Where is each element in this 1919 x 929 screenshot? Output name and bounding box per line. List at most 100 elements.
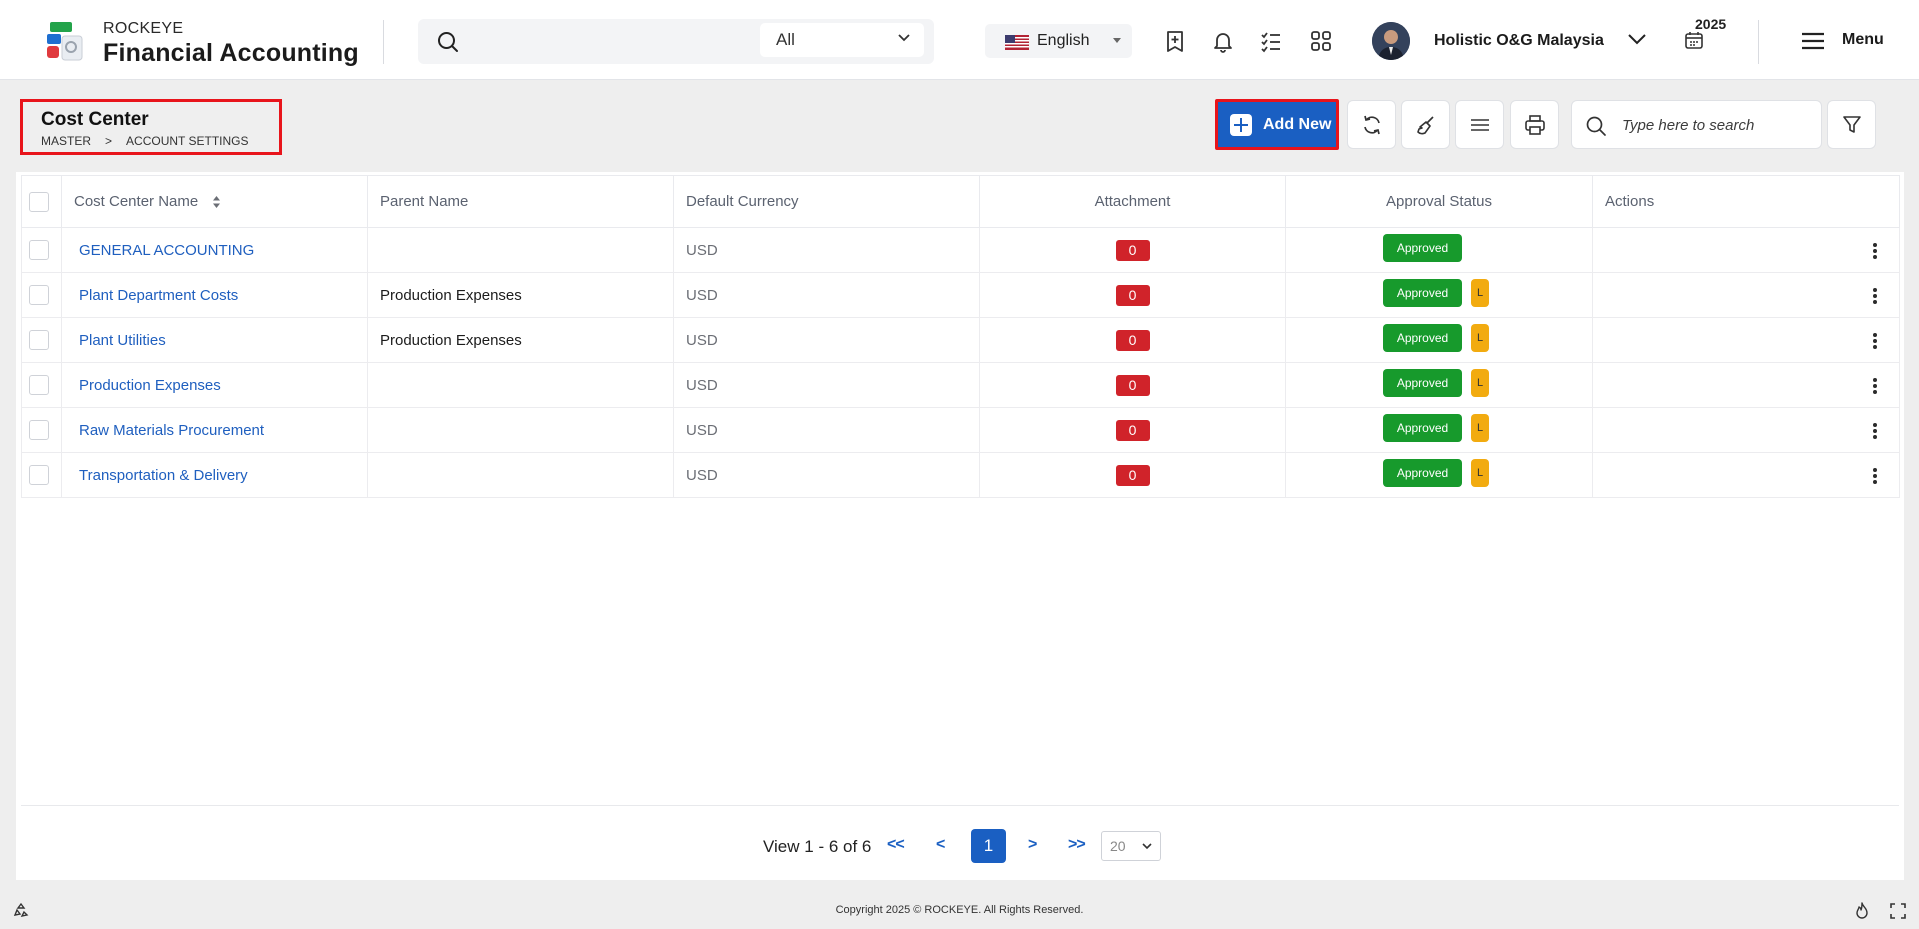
cost-center-link[interactable]: Plant Utilities xyxy=(79,332,166,349)
cost-center-link[interactable]: Plant Department Costs xyxy=(79,287,238,304)
lock-status-badge[interactable]: L xyxy=(1471,459,1489,487)
column-settings-button[interactable] xyxy=(1455,100,1504,149)
lock-status-badge[interactable]: L xyxy=(1471,324,1489,352)
table-search-box[interactable] xyxy=(1571,100,1822,149)
apps-grid-icon[interactable] xyxy=(1309,29,1333,53)
refresh-button[interactable] xyxy=(1347,100,1396,149)
global-search-bar[interactable]: All xyxy=(418,19,934,64)
more-vertical-icon[interactable] xyxy=(1873,376,1877,396)
table-search-input[interactable] xyxy=(1622,113,1812,137)
attachment-cell: 0 xyxy=(979,452,1286,498)
row-checkbox[interactable] xyxy=(29,240,49,260)
attachment-count-badge[interactable]: 0 xyxy=(1115,464,1150,486)
current-page-button[interactable]: 1 xyxy=(971,829,1006,863)
attachment-count-badge[interactable]: 0 xyxy=(1115,284,1150,306)
attachment-cell: 0 xyxy=(979,362,1286,408)
hamburger-menu-icon[interactable] xyxy=(1800,31,1826,51)
company-name[interactable]: Holistic O&G Malaysia xyxy=(1434,32,1604,50)
prev-page-button[interactable]: < xyxy=(936,836,945,854)
language-label: English xyxy=(1037,32,1090,49)
parent-name-cell xyxy=(367,452,674,498)
actions-cell xyxy=(1592,227,1900,273)
column-header-parent[interactable]: Parent Name xyxy=(367,175,674,228)
currency-cell: USD xyxy=(673,362,980,408)
pagination-divider xyxy=(21,805,1899,806)
cost-center-name-cell: Transportation & Delivery xyxy=(61,452,368,498)
status-group: Approved L xyxy=(1383,459,1495,487)
table-row[interactable]: GENERAL ACCOUNTING USD 0 Approved xyxy=(21,227,1900,273)
column-header-approval-status[interactable]: Approval Status xyxy=(1285,175,1593,228)
row-checkbox[interactable] xyxy=(29,465,49,485)
column-header-attachment[interactable]: Attachment xyxy=(979,175,1286,228)
header-divider xyxy=(383,20,384,64)
column-header-currency[interactable]: Default Currency xyxy=(673,175,980,228)
sort-icon[interactable] xyxy=(212,195,221,209)
clear-filters-button[interactable] xyxy=(1401,100,1450,149)
table-row[interactable]: Plant Utilities Production Expenses USD … xyxy=(21,317,1900,363)
lock-status-badge[interactable]: L xyxy=(1471,279,1489,307)
attachment-cell: 0 xyxy=(979,317,1286,363)
row-checkbox[interactable] xyxy=(29,285,49,305)
table-row[interactable]: Plant Department Costs Production Expens… xyxy=(21,272,1900,318)
table-row[interactable]: Transportation & Delivery USD 0 Approved… xyxy=(21,452,1900,498)
print-button[interactable] xyxy=(1510,100,1559,149)
more-vertical-icon[interactable] xyxy=(1873,466,1877,486)
breadcrumb-item-account-settings[interactable]: ACCOUNT SETTINGS xyxy=(126,134,248,148)
page-size-select[interactable]: 20 xyxy=(1101,831,1161,861)
select-all-checkbox[interactable] xyxy=(29,191,49,212)
caret-down-icon xyxy=(1113,38,1121,43)
approval-status-cell: Approved L xyxy=(1285,317,1593,363)
parent-name-cell: Production Expenses xyxy=(367,317,674,363)
column-header-actions: Actions xyxy=(1592,175,1900,228)
add-new-button[interactable]: Add New xyxy=(1215,99,1339,150)
cost-center-link[interactable]: Production Expenses xyxy=(79,377,221,394)
more-vertical-icon[interactable] xyxy=(1873,421,1877,441)
column-header-name[interactable]: Cost Center Name xyxy=(61,175,368,228)
search-icon xyxy=(438,32,458,52)
fiscal-year-selector[interactable]: 2025 xyxy=(1683,16,1731,56)
lock-status-badge[interactable]: L xyxy=(1471,369,1489,397)
cost-center-link[interactable]: Transportation & Delivery xyxy=(79,467,248,484)
currency-cell: USD xyxy=(673,317,980,363)
more-vertical-icon[interactable] xyxy=(1873,331,1877,351)
first-page-button[interactable]: << xyxy=(887,836,905,854)
breadcrumb-item-master[interactable]: MASTER xyxy=(41,134,91,148)
menu-label[interactable]: Menu xyxy=(1842,31,1884,49)
more-vertical-icon[interactable] xyxy=(1873,286,1877,306)
row-select-cell xyxy=(21,407,62,453)
attachment-count-badge[interactable]: 0 xyxy=(1115,329,1150,351)
row-checkbox[interactable] xyxy=(29,330,49,350)
select-all-cell xyxy=(21,175,62,228)
table-row[interactable]: Raw Materials Procurement USD 0 Approved… xyxy=(21,407,1900,453)
language-selector[interactable]: English xyxy=(985,24,1132,58)
breadcrumb-separator: > xyxy=(105,134,113,148)
search-scope-select[interactable]: All xyxy=(760,23,924,57)
fullscreen-icon[interactable] xyxy=(1889,902,1907,920)
more-vertical-icon[interactable] xyxy=(1873,241,1877,261)
attachment-count-badge[interactable]: 0 xyxy=(1115,374,1150,396)
cost-center-link[interactable]: Raw Materials Procurement xyxy=(79,422,264,439)
attachment-count-badge[interactable]: 0 xyxy=(1115,239,1150,261)
bell-icon[interactable] xyxy=(1211,29,1235,53)
lock-status-badge[interactable]: L xyxy=(1471,414,1489,442)
user-avatar[interactable] xyxy=(1372,22,1410,60)
status-badge: Approved xyxy=(1383,279,1462,307)
filter-button[interactable] xyxy=(1827,100,1876,149)
last-page-button[interactable]: >> xyxy=(1068,836,1086,854)
chevron-down-icon[interactable] xyxy=(1627,32,1647,46)
checklist-icon[interactable] xyxy=(1259,29,1283,53)
row-checkbox[interactable] xyxy=(29,375,49,395)
attachment-cell: 0 xyxy=(979,272,1286,318)
page-size-value: 20 xyxy=(1110,838,1126,854)
status-badge: Approved xyxy=(1383,414,1462,442)
table-row[interactable]: Production Expenses USD 0 Approved L xyxy=(21,362,1900,408)
plus-icon xyxy=(1230,114,1252,136)
cost-center-link[interactable]: GENERAL ACCOUNTING xyxy=(79,242,254,259)
bookmark-add-icon[interactable] xyxy=(1163,29,1187,53)
next-page-button[interactable]: > xyxy=(1028,836,1037,854)
attachment-count-badge[interactable]: 0 xyxy=(1115,419,1150,441)
fire-icon[interactable] xyxy=(1853,902,1871,920)
refresh-icon xyxy=(1364,115,1380,135)
copyright-text: Copyright 2025 © ROCKEYE. All Rights Res… xyxy=(835,904,1084,916)
row-checkbox[interactable] xyxy=(29,420,49,440)
